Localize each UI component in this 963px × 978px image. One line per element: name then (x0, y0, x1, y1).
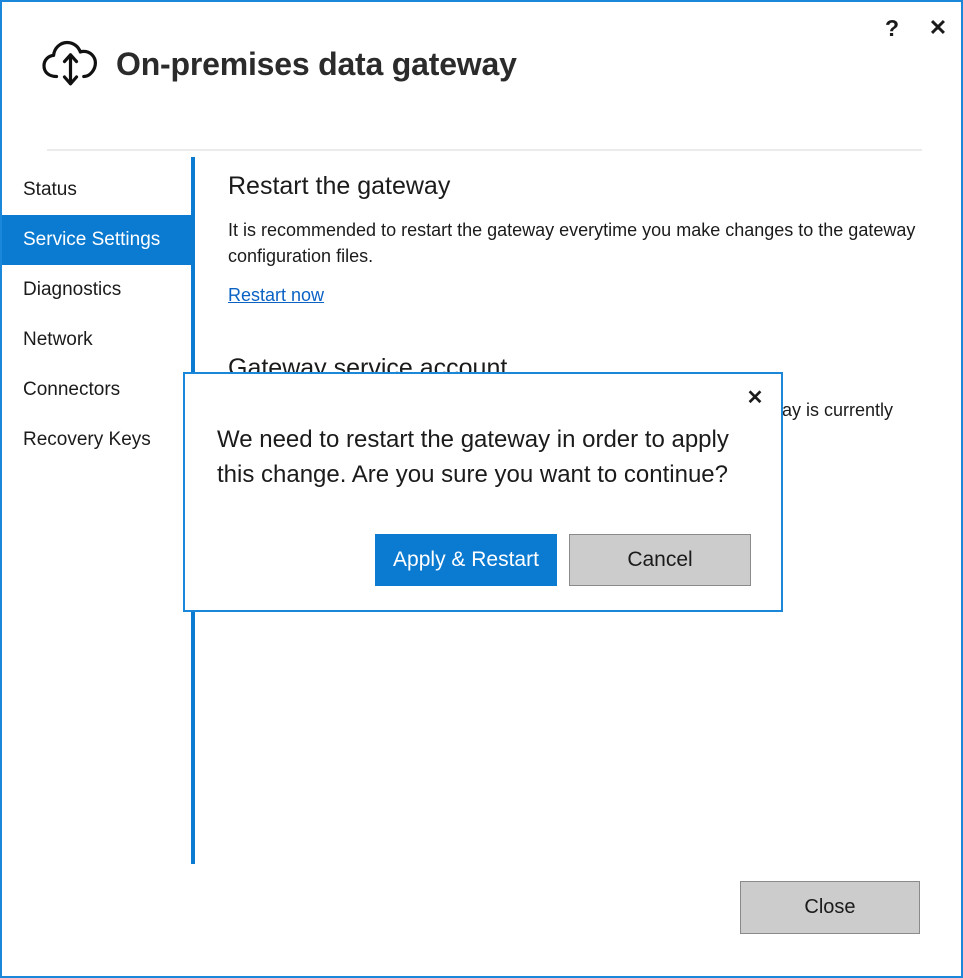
restart-confirmation-dialog: ✕ We need to restart the gateway in orde… (183, 372, 783, 612)
close-button[interactable]: Close (740, 881, 920, 934)
dialog-close-icon[interactable]: ✕ (734, 378, 776, 416)
titlebar-controls: ? ✕ (869, 2, 961, 54)
cancel-button[interactable]: Cancel (569, 534, 751, 586)
restart-gateway-section: Restart the gateway It is recommended to… (228, 172, 928, 306)
dialog-message: We need to restart the gateway in order … (217, 422, 752, 492)
app-header: On-premises data gateway (40, 36, 517, 92)
restart-section-heading: Restart the gateway (228, 172, 928, 201)
gateway-app-window: ? ✕ On-premises data gateway Status Serv… (0, 0, 963, 978)
sidebar-nav: Status Service Settings Diagnostics Netw… (2, 165, 192, 465)
sidebar-item-diagnostics[interactable]: Diagnostics (2, 265, 192, 315)
page-title: On-premises data gateway (116, 46, 517, 83)
restart-now-link[interactable]: Restart now (228, 285, 324, 306)
restart-section-body: It is recommended to restart the gateway… (228, 217, 918, 269)
apply-and-restart-button[interactable]: Apply & Restart (375, 534, 557, 586)
header-divider (47, 149, 922, 151)
close-icon[interactable]: ✕ (915, 6, 961, 50)
help-icon[interactable]: ? (869, 6, 915, 50)
sidebar-item-network[interactable]: Network (2, 315, 192, 365)
sidebar-item-service-settings[interactable]: Service Settings (2, 215, 192, 265)
sidebar-item-connectors[interactable]: Connectors (2, 365, 192, 415)
sidebar-item-status[interactable]: Status (2, 165, 192, 215)
dialog-actions: Apply & Restart Cancel (375, 534, 751, 586)
sidebar-item-recovery-keys[interactable]: Recovery Keys (2, 415, 192, 465)
cloud-upload-download-icon (40, 36, 102, 92)
